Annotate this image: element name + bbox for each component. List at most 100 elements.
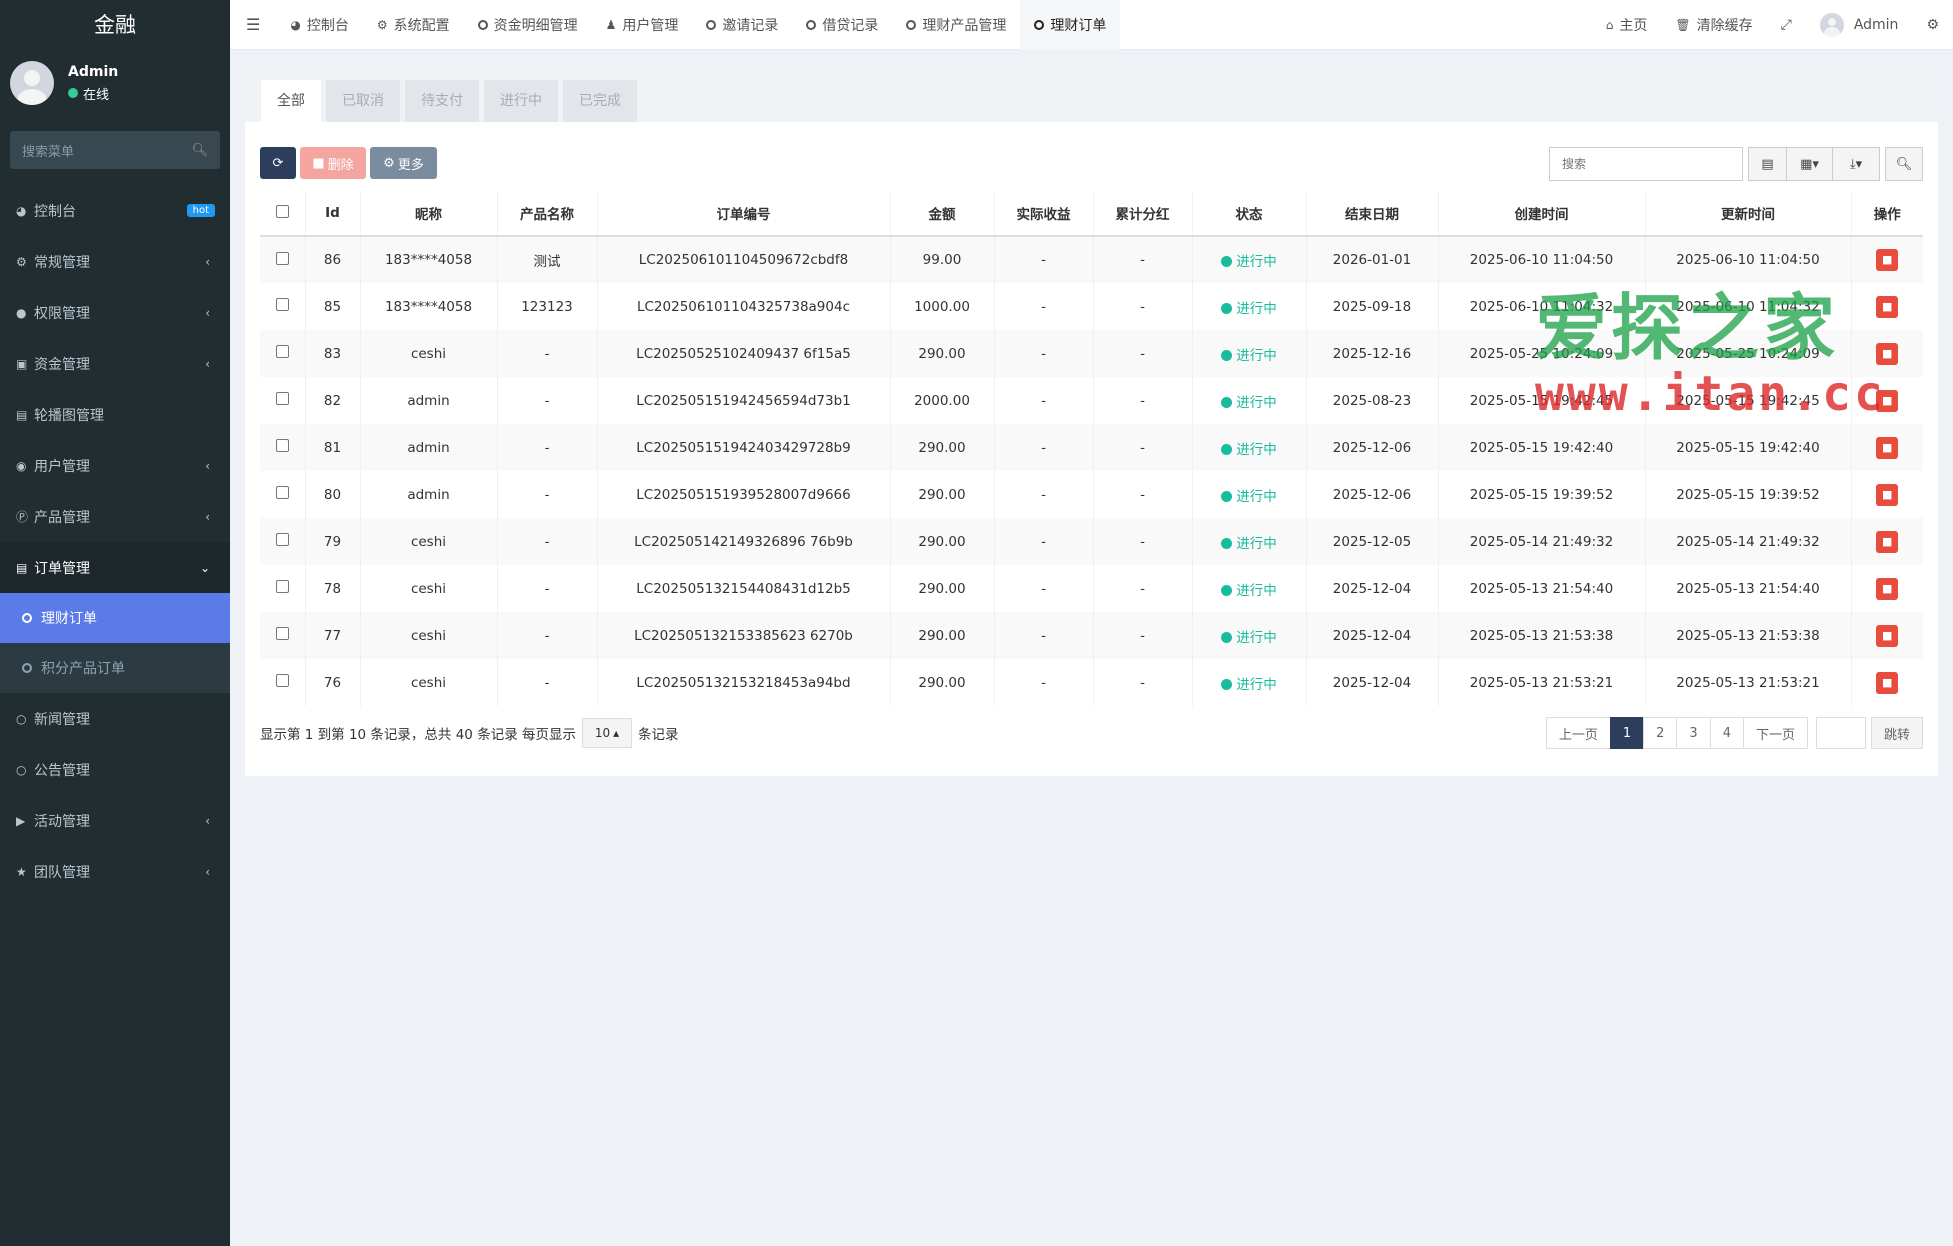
clear-cache-button[interactable]: 🗑︎ 清除缓存 <box>1661 0 1766 50</box>
col-amount[interactable]: 金额 <box>890 191 995 237</box>
row-checkbox[interactable] <box>275 674 289 687</box>
tab-system-config[interactable]: ⚙ 系统配置 <box>363 0 464 50</box>
cell-id: 79 <box>305 518 361 565</box>
row-checkbox[interactable] <box>275 486 289 499</box>
row-delete-button[interactable]: ■ <box>1876 436 1899 459</box>
row-checkbox[interactable] <box>275 392 289 405</box>
row-checkbox[interactable] <box>275 533 289 546</box>
status-label: 进行中 <box>1236 629 1277 646</box>
col-status[interactable]: 状态 <box>1192 191 1307 237</box>
search-icon[interactable]: 🔍︎ <box>191 143 208 158</box>
row-delete-button[interactable]: ■ <box>1876 295 1899 318</box>
row-delete-button[interactable]: ■ <box>1876 671 1899 694</box>
more-button[interactable]: ⚙ 更多 <box>370 147 437 179</box>
tab-all[interactable]: 全部 <box>261 80 321 122</box>
admin-menu[interactable]: Admin <box>1806 0 1913 50</box>
table-search-input[interactable] <box>1549 147 1743 181</box>
menu-search-input[interactable]: 搜索菜单 🔍︎ <box>10 131 220 169</box>
row-delete-button[interactable]: ■ <box>1876 342 1899 365</box>
settings-button[interactable]: ⚙ <box>1912 0 1953 50</box>
sidebar-item-general[interactable]: ⚙ 常规管理 ‹ <box>0 236 230 287</box>
col-id[interactable]: Id <box>305 191 361 237</box>
toggle-view-button[interactable]: ▤ <box>1749 148 1787 180</box>
page-2-button[interactable]: 2 <box>1643 717 1678 749</box>
sidebar-item-dashboard[interactable]: ◕ 控制台 hot <box>0 185 230 236</box>
sidebar-item-funds[interactable]: ▣ 资金管理 ‹ <box>0 338 230 389</box>
row-checkbox[interactable] <box>275 580 289 593</box>
col-updated-at[interactable]: 更新时间 <box>1645 191 1852 237</box>
col-actual-income[interactable]: 实际收益 <box>994 191 1094 237</box>
prev-page-button[interactable]: 上一页 <box>1545 717 1611 749</box>
col-product-name[interactable]: 产品名称 <box>497 191 598 237</box>
col-total-dividend[interactable]: 累计分红 <box>1093 191 1193 237</box>
cell-end-date: 2026-01-01 <box>1306 236 1439 283</box>
row-delete-button[interactable]: ■ <box>1876 389 1899 412</box>
col-end-date[interactable]: 结束日期 <box>1306 191 1439 237</box>
sidebar-item-users[interactable]: ◉ 用户管理 ‹ <box>0 440 230 491</box>
select-all-checkbox[interactable] <box>275 204 289 218</box>
row-checkbox[interactable] <box>275 627 289 640</box>
cell-product-name: - <box>497 518 598 565</box>
col-nickname[interactable]: 昵称 <box>360 191 498 237</box>
avatar <box>10 61 54 105</box>
delete-button[interactable]: ■ 删除 <box>300 147 366 179</box>
jump-button[interactable]: 跳转 <box>1870 717 1923 749</box>
tab-user-management[interactable]: ♟ 用户管理 <box>592 0 693 50</box>
sidebar-item-label: 用户管理 <box>34 458 90 475</box>
page-size-select[interactable]: 10 ▴ <box>581 718 632 748</box>
sidebar-toggle-button[interactable]: ☰ <box>230 0 276 50</box>
col-created-at[interactable]: 创建时间 <box>1438 191 1646 237</box>
home-link[interactable]: ⌂ 主页 <box>1592 0 1662 50</box>
tab-dashboard[interactable]: ◕ 控制台 <box>276 0 362 50</box>
columns-button[interactable]: ▦▾ <box>1787 148 1833 180</box>
row-checkbox[interactable] <box>275 251 289 265</box>
row-delete-button[interactable]: ■ <box>1876 249 1899 271</box>
cell-actions: ■ <box>1851 612 1923 659</box>
sidebar-item-permission[interactable]: ● 权限管理 ‹ <box>0 287 230 338</box>
sidebar-item-news[interactable]: ○ 新闻管理 <box>0 693 230 744</box>
sidebar-item-orders[interactable]: ▤ 订单管理 ⌄ <box>0 542 230 593</box>
page-4-button[interactable]: 4 <box>1709 717 1744 749</box>
sidebar-item-banner[interactable]: ▤ 轮播图管理 <box>0 389 230 440</box>
page-1-button[interactable]: 1 <box>1609 717 1645 749</box>
row-delete-button[interactable]: ■ <box>1876 624 1899 647</box>
row-checkbox[interactable] <box>275 345 289 358</box>
tab-in-progress[interactable]: 进行中 <box>484 80 558 122</box>
tab-completed[interactable]: 已完成 <box>563 80 637 122</box>
sidebar-subitem-points-orders[interactable]: 积分产品订单 <box>0 643 230 693</box>
grid-icon: ▦▾ <box>1800 156 1819 172</box>
sidebar-item-teams[interactable]: ★ 团队管理 ‹ <box>0 846 230 897</box>
search-button[interactable]: 🔍︎ <box>1885 147 1923 181</box>
sidebar-item-activities[interactable]: ▶ 活动管理 ‹ <box>0 795 230 846</box>
sidebar-item-notices[interactable]: ○ 公告管理 <box>0 744 230 795</box>
row-checkbox[interactable] <box>275 298 289 311</box>
table-row: 79 ceshi - LC202505142149326896 76b9b 290.00… <box>260 518 1923 565</box>
trash-icon: ■ <box>1882 253 1893 266</box>
col-order-number[interactable]: 订单编号 <box>597 191 891 237</box>
cell-amount: 290.00 <box>890 565 995 612</box>
row-delete-button[interactable]: ■ <box>1876 577 1899 600</box>
cell-nickname: ceshi <box>360 565 498 612</box>
status-dot-icon <box>1221 396 1233 408</box>
refresh-button[interactable]: ⟳ <box>260 147 296 179</box>
tab-cancelled[interactable]: 已取消 <box>326 80 400 122</box>
tab-pending-payment[interactable]: 待支付 <box>405 80 479 122</box>
app-logo[interactable]: 金融 <box>0 0 230 50</box>
next-page-button[interactable]: 下一页 <box>1742 717 1808 749</box>
fullscreen-button[interactable]: ⤢ <box>1767 0 1806 50</box>
tab-label: 邀请记录 <box>722 17 779 34</box>
tab-fund-details[interactable]: 资金明细管理 <box>464 0 592 50</box>
row-delete-button[interactable]: ■ <box>1876 530 1899 553</box>
tab-invite-records[interactable]: 邀请记录 <box>692 0 792 50</box>
export-button[interactable]: ⤓▾ <box>1833 148 1879 180</box>
jump-page-input[interactable] <box>1815 717 1866 749</box>
sidebar-subitem-finance-orders[interactable]: 理财订单 <box>0 593 230 643</box>
cell-end-date: 2025-12-04 <box>1306 659 1439 706</box>
sidebar-item-products[interactable]: Ⓟ 产品管理 ‹ <box>0 491 230 542</box>
tab-loan-records[interactable]: 借贷记录 <box>792 0 892 50</box>
row-checkbox[interactable] <box>275 439 289 452</box>
tab-finance-products[interactable]: 理财产品管理 <box>892 0 1020 50</box>
row-delete-button[interactable]: ■ <box>1876 483 1899 506</box>
tab-finance-orders[interactable]: 理财订单 <box>1020 0 1121 50</box>
page-3-button[interactable]: 3 <box>1676 717 1711 749</box>
